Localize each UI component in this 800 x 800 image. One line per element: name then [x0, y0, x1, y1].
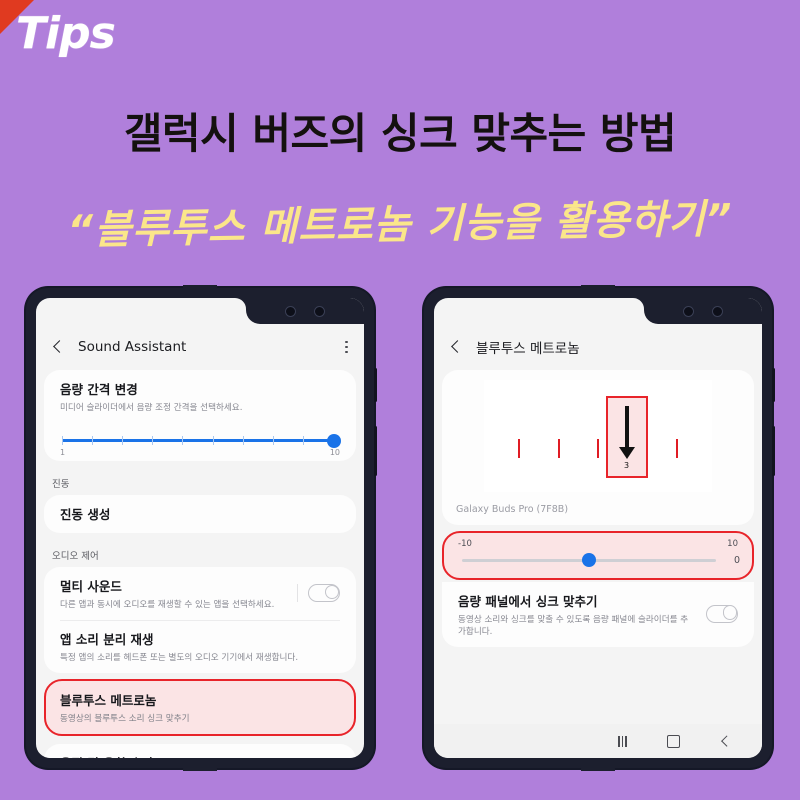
side-button-power[interactable] — [772, 426, 775, 476]
multi-sound-toggle[interactable] — [308, 584, 340, 602]
slider-max-label: 10 — [329, 448, 340, 457]
appbar-right: 블루투스 메트로놈 — [434, 324, 762, 370]
row-title: 멀티 사운드 — [60, 579, 122, 594]
down-arrow-icon — [624, 406, 629, 448]
card-metronome: 3 Galaxy Buds Pro (7F8B) — [442, 370, 754, 525]
row-title: 블루투스 메트로놈 — [60, 693, 157, 708]
side-button-power[interactable] — [374, 426, 377, 476]
row-title: 진동 생성 — [60, 507, 111, 522]
back-icon[interactable] — [720, 736, 730, 746]
row-desc: 미디어 슬라이더에서 음량 조정 간격을 선택하세요. — [60, 403, 243, 413]
home-icon[interactable] — [667, 734, 680, 748]
row-title: 앱 소리 분리 재생 — [60, 632, 154, 647]
card-tail: 음질 및 음향 효과 소리 및 효과를 직접 설정해 보세요. 고급 설정 디바… — [44, 744, 356, 758]
hinge-bottom — [183, 766, 217, 773]
slider-ticks — [62, 436, 334, 445]
row-app-sound-separate[interactable]: 앱 소리 분리 재생 특정 앱의 소리를 헤드폰 또는 별도의 오디오 기기에서… — [44, 620, 356, 673]
appbar-title: 블루투스 메트로놈 — [476, 341, 580, 357]
screen-blank-area — [434, 652, 762, 724]
hinge-bottom — [581, 766, 615, 773]
front-camera-icon-2 — [314, 305, 325, 317]
sync-min-label: -10 — [458, 539, 472, 549]
row-bluetooth-metronome-highlighted[interactable]: 블루투스 메트로놈 동영상의 블루투스 소리 싱크 맞추기 — [44, 679, 356, 736]
volume-interval-slider[interactable]: 1 10 — [44, 423, 356, 461]
row-divider — [297, 584, 298, 602]
sync-max-label: 10 — [727, 539, 738, 549]
device-name: Galaxy Buds Pro (7F8B) — [456, 504, 569, 515]
appbar-title: Sound Assistant — [78, 339, 187, 355]
row-title: 음량 간격 변경 — [60, 382, 138, 397]
sync-slider-highlighted[interactable]: -10 10 0 — [442, 531, 754, 580]
metronome-tick — [557, 439, 560, 458]
metronome-ticks — [518, 439, 678, 458]
slider-min-label: 1 — [60, 448, 66, 457]
active-beat-highlight: 3 — [605, 396, 648, 478]
recents-icon[interactable] — [618, 735, 627, 747]
kebab-menu-icon[interactable] — [343, 337, 350, 358]
tips-logo: Tips — [16, 8, 116, 59]
section-label-vibration: 진동 — [52, 479, 70, 490]
metronome-tick — [676, 439, 678, 458]
row-panel-sync[interactable]: 음량 패널에서 싱크 맞추기 동영상 소리와 싱크를 맞출 수 있도록 음량 패… — [442, 582, 754, 647]
appbar-left: Sound Assistant — [36, 324, 364, 370]
metronome-tick — [597, 439, 599, 458]
navbar-right — [434, 724, 762, 758]
sync-slider-track[interactable] — [462, 553, 716, 567]
metronome-tick — [518, 439, 520, 458]
screen-left: Sound Assistant 음량 간격 변경 미디어 슬라이더에서 음량 조… — [36, 298, 364, 758]
side-button-volume[interactable] — [772, 368, 775, 402]
slider-thumb[interactable] — [327, 433, 341, 448]
camera-notch — [246, 298, 364, 324]
front-camera-icon — [683, 305, 694, 317]
metronome-stage: 3 — [484, 380, 712, 492]
hinge-top — [581, 283, 615, 290]
panel-sync-toggle[interactable] — [706, 604, 738, 623]
row-title: 음량 패널에서 싱크 맞추기 — [458, 593, 598, 609]
active-beat-label: 3 — [623, 461, 630, 470]
page-subtitle: “블루투스 메트로놈 기능을 활용하기” — [67, 196, 734, 254]
row-desc: 동영상의 블루투스 소리 싱크 맞추기 — [60, 714, 190, 724]
back-chevron-icon[interactable] — [448, 339, 464, 355]
row-multi-sound[interactable]: 멀티 사운드 다른 앱과 동시에 오디오를 재생할 수 있는 앱을 선택하세요. — [44, 567, 356, 620]
front-camera-icon-2 — [712, 305, 723, 317]
sync-slider-thumb[interactable] — [582, 553, 596, 567]
row-volume-interval[interactable]: 음량 간격 변경 미디어 슬라이더에서 음량 조정 간격을 선택하세요. — [44, 370, 356, 423]
back-chevron-icon[interactable] — [50, 339, 66, 355]
side-button-volume[interactable] — [374, 368, 377, 402]
row-desc: 다른 앱과 동시에 오디오를 재생할 수 있는 앱을 선택하세요. — [60, 600, 275, 610]
card-audio-control: 멀티 사운드 다른 앱과 동시에 오디오를 재생할 수 있는 앱을 선택하세요.… — [44, 567, 356, 673]
hinge-top — [183, 283, 217, 290]
phone-right: 블루투스 메트로놈 3 Galaxy Buds Pro (7F8B) -10 1… — [424, 283, 775, 773]
card-panel-sync: 음량 패널에서 싱크 맞추기 동영상 소리와 싱크를 맞출 수 있도록 음량 패… — [442, 581, 754, 647]
row-title: 음질 및 음향 효과 — [60, 753, 340, 758]
phone-left: Sound Assistant 음량 간격 변경 미디어 슬라이더에서 음량 조… — [26, 283, 377, 773]
screen-right: 블루투스 메트로놈 3 Galaxy Buds Pro (7F8B) -10 1… — [434, 298, 762, 758]
row-desc: 동영상 소리와 싱크를 맞출 수 있도록 음량 패널에 슬라이더를 추가합니다. — [458, 614, 689, 637]
front-camera-icon — [285, 305, 296, 317]
card-volume-interval: 음량 간격 변경 미디어 슬라이더에서 음량 조정 간격을 선택하세요. 1 1… — [44, 370, 356, 461]
page-title: 갤럭시 버즈의 싱크 맞추는 방법 — [123, 109, 677, 158]
row-sound-quality-effects[interactable]: 음질 및 음향 효과 소리 및 효과를 직접 설정해 보세요. — [44, 744, 356, 758]
row-vibration-create[interactable]: 진동 생성 — [44, 495, 356, 533]
slider-track[interactable] — [62, 433, 341, 448]
row-desc: 특정 앱의 소리를 헤드폰 또는 별도의 오디오 기기에서 재생합니다. — [60, 653, 299, 663]
sync-value-label: 0 — [733, 554, 740, 566]
section-label-audio-control: 오디오 제어 — [52, 551, 99, 562]
card-vibration: 진동 생성 — [44, 495, 356, 533]
camera-notch — [644, 298, 762, 324]
